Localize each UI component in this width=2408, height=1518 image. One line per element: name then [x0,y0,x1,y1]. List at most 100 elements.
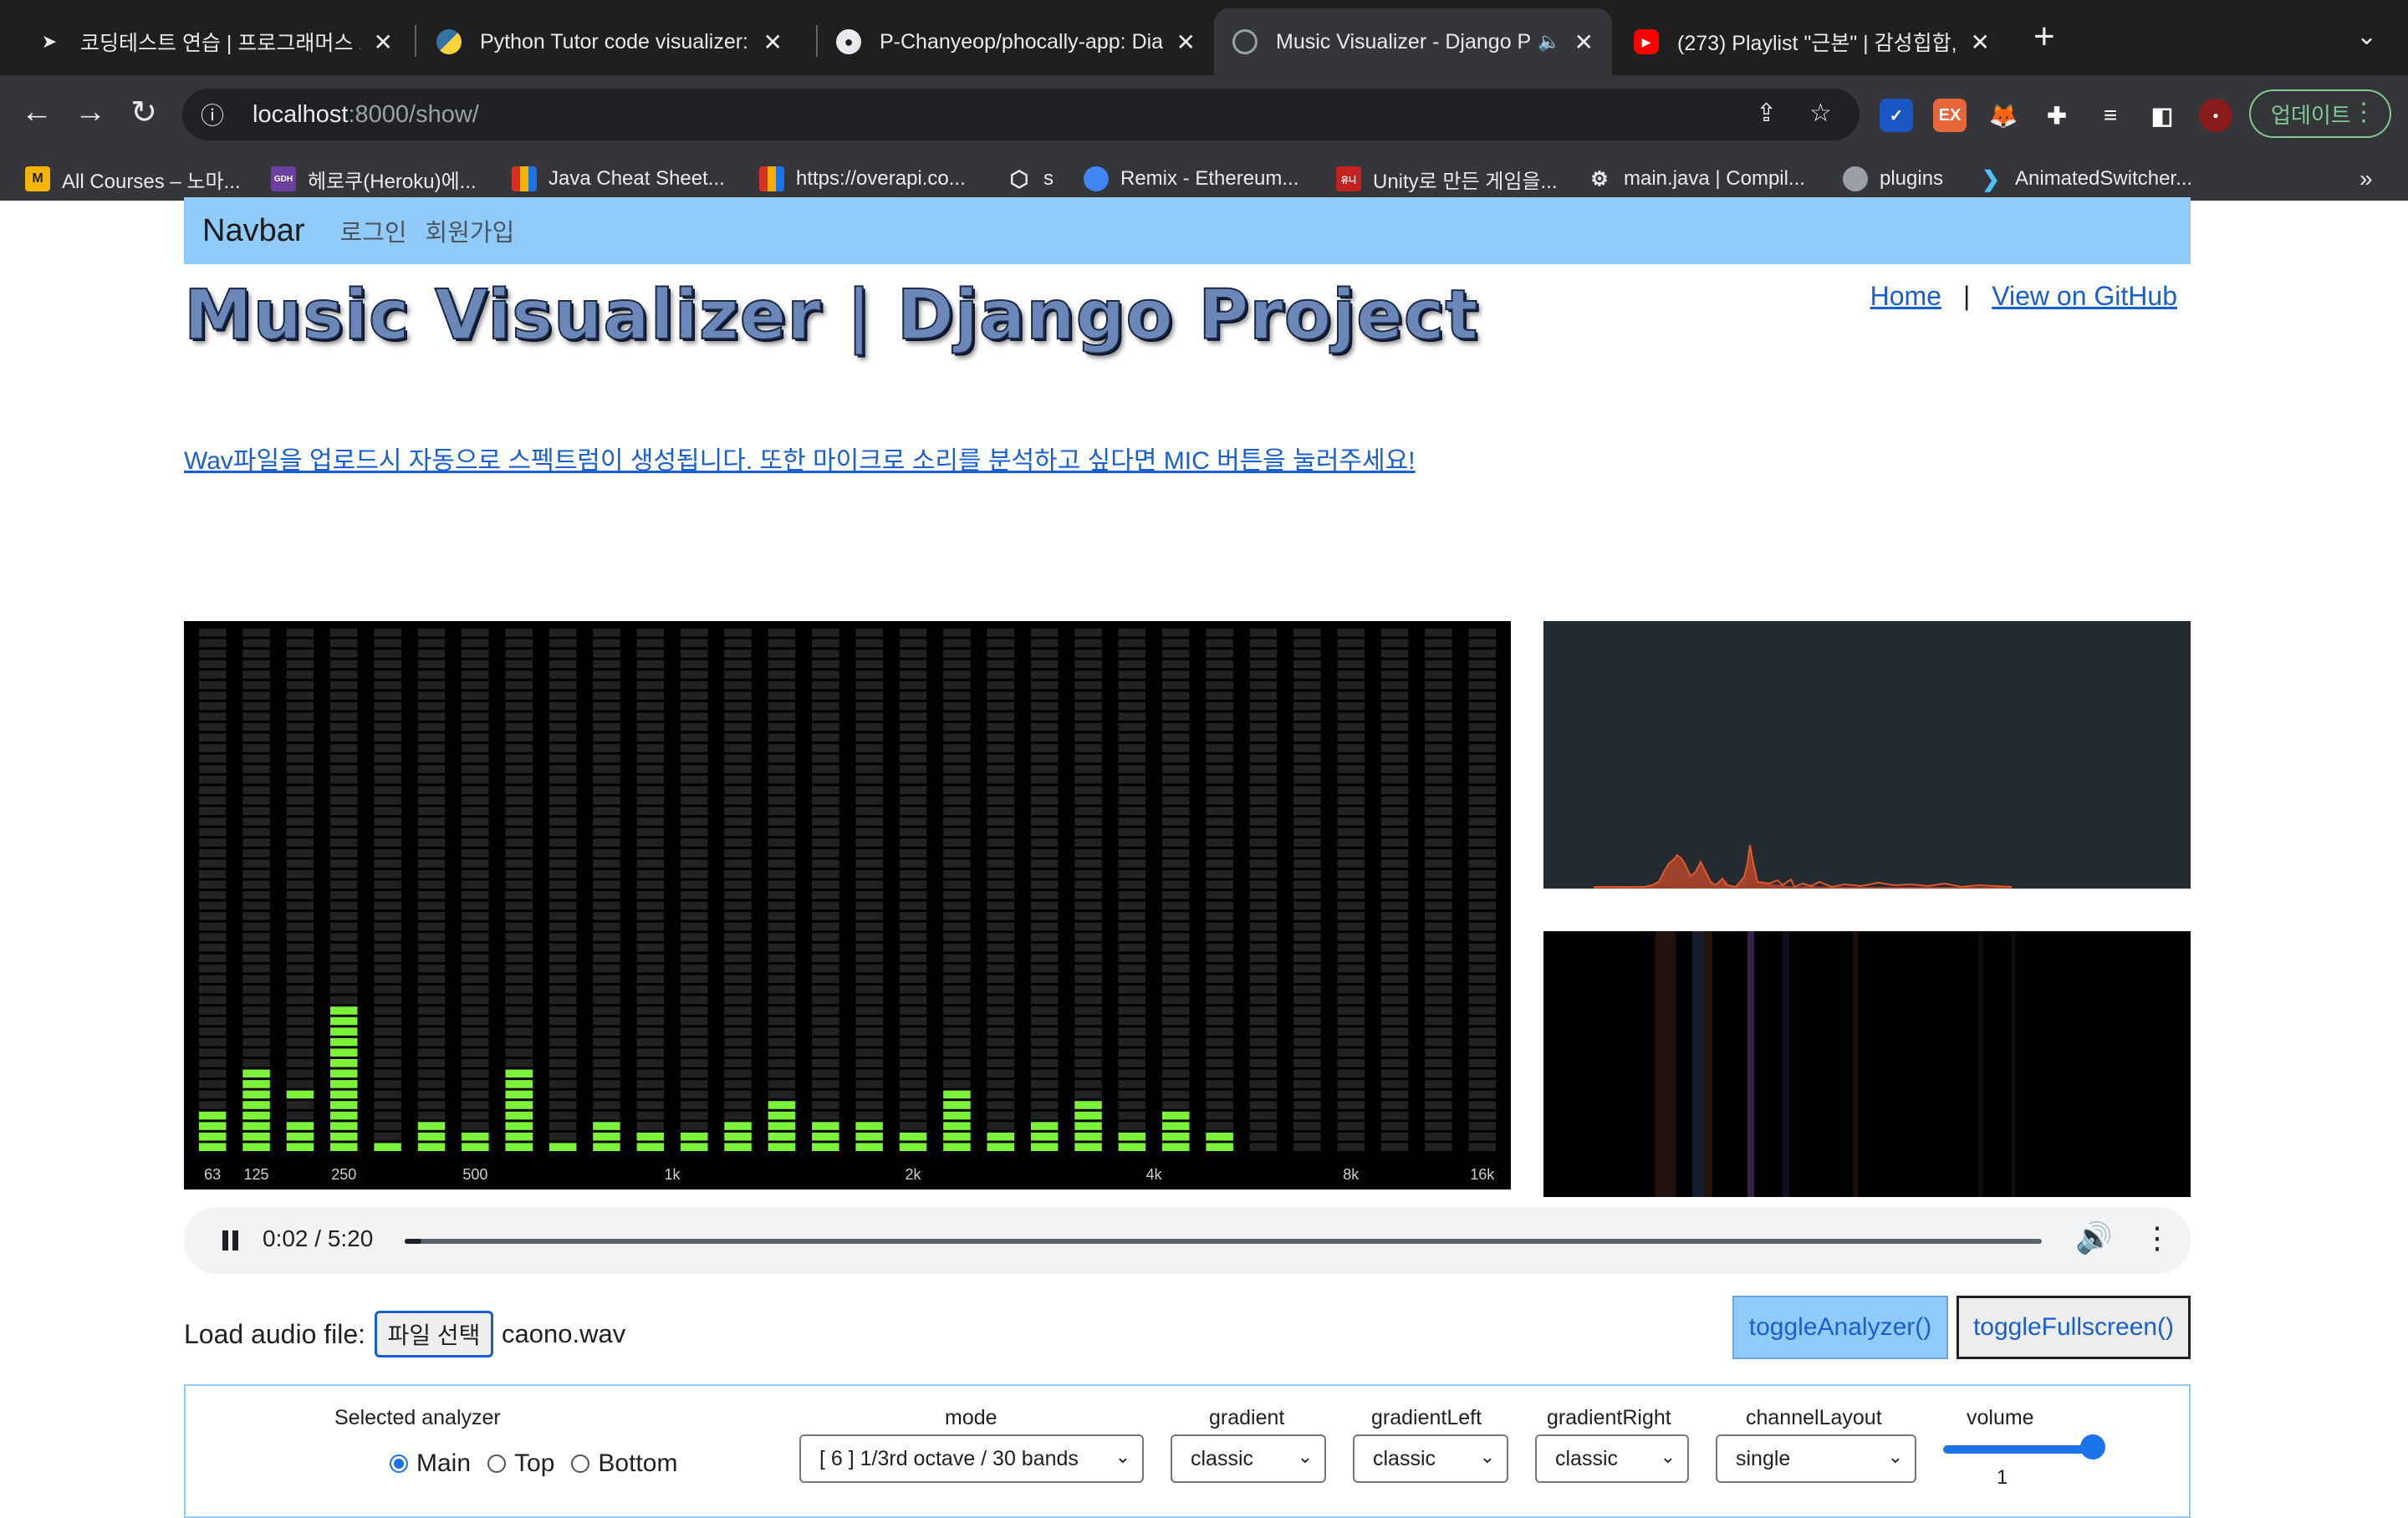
puzzle-icon[interactable]: ✚ [2040,99,2074,132]
bottom-analyzer[interactable] [1543,931,2191,1197]
frequency-tick-label: 1k [664,1166,681,1183]
gradient-select[interactable]: classic ⌄ [1171,1434,1326,1483]
main-analyzer[interactable]: 63 125 250 500 1k 2k 4k 8k 16k [184,621,1511,1189]
spectrum-bar [636,629,665,1151]
spectrum-bar [1425,629,1452,1151]
url-text[interactable]: localhost:8000/show/ [253,101,479,129]
browser-tab[interactable]: ▶ (273) Playlist "근본" | 감성힙합, R ✕ [1615,8,2008,75]
radio-button[interactable] [390,1454,408,1473]
tab-separator [415,25,416,57]
bookmark[interactable]: Java Cheat Sheet... [512,162,725,196]
browser-tab[interactable]: ➤ 코딩테스트 연습 | 프로그래머스 스쿨 ✕ [18,8,411,75]
bookmark[interactable]: ⚙ main.java | Compil... [1587,162,1805,196]
signup-link[interactable]: 회원가입 [426,213,515,248]
spectrum-bar [1030,629,1059,1151]
media-queue-icon[interactable]: ≡ [2094,99,2127,132]
spectrum-bar [1337,629,1365,1151]
channel-layout-select[interactable]: single ⌄ [1716,1434,1916,1483]
chevron-down-icon: ⌄ [1660,1446,1676,1467]
volume-slider[interactable] [1943,1434,2105,1459]
close-icon[interactable]: ✕ [374,28,393,56]
spectrum-bar [1293,629,1321,1151]
gradient-left-label: gradientLeft [1371,1406,1482,1429]
radio-main[interactable]: Main [390,1449,471,1478]
more-bookmarks-icon[interactable]: » [2360,162,2373,196]
update-label: 업데이트 [2271,102,2351,128]
browser-toolbar: ← → ↻ ⓘ localhost:8000/show/ ⇪ ☆ ✓ EX 🦊 … [0,75,2408,201]
channel-layout-label: channelLayout [1746,1406,1882,1429]
radio-bottom[interactable]: Bottom [571,1449,677,1478]
update-button[interactable]: 업데이트 ⋮ [2249,89,2391,138]
toggle-analyzer-button[interactable]: toggleAnalyzer() [1732,1296,1948,1359]
bars-icon [512,166,537,191]
forward-icon[interactable]: → [65,87,115,137]
site-info-icon[interactable]: ⓘ [201,98,234,131]
bookmark-label: Java Cheat Sheet... [548,167,725,190]
spectrogram-band [1656,931,1676,1197]
reload-icon[interactable]: ↻ [119,87,169,137]
avatar[interactable]: ● [2199,99,2232,132]
audio-progress-slider[interactable] [405,1239,2042,1244]
file-select-button[interactable]: 파일 선택 [375,1311,493,1358]
volume-icon[interactable]: 🔊 [2075,1220,2113,1256]
close-icon[interactable]: ✕ [763,28,783,56]
top-links: Home | View on GitHub [1870,281,2177,312]
radio-button[interactable] [487,1454,507,1473]
spectrum-bar [198,629,227,1151]
bookmark[interactable]: M All Courses – 노마... [25,162,241,196]
browser-tab-active[interactable]: Music Visualizer - Django P 🔈 ✕ [1214,8,1612,75]
star-icon[interactable]: ☆ [1809,99,1832,128]
login-link[interactable]: 로그인 [340,213,407,248]
upload-info-link[interactable]: Wav파일을 업로드시 자동으로 스펙트럼이 생성됩니다. 또한 마이크로 소리… [184,440,1416,476]
bars-icon [759,166,784,191]
close-icon[interactable]: ✕ [1574,28,1594,56]
navbar-brand[interactable]: Navbar [202,213,305,249]
new-tab-icon[interactable]: + [2033,18,2055,55]
extension-ex-icon[interactable]: EX [1933,99,1967,132]
speaker-icon[interactable]: 🔈 [1538,31,1560,53]
frequency-tick-label: 500 [462,1166,487,1183]
radio-top[interactable]: Top [487,1449,554,1478]
mode-select[interactable]: [ 6 ] 1/3rd octave / 30 bands ⌄ [799,1434,1144,1483]
toggle-fullscreen-button[interactable]: toggleFullscreen() [1956,1296,2191,1359]
bookmark[interactable]: plugins [1843,162,1943,196]
more-vert-icon[interactable]: ⋮ [2142,1220,2172,1256]
bookmark[interactable]: Remix - Ethereum... [1084,162,1298,196]
metamask-icon[interactable]: 🦊 [1987,99,2020,132]
gradient-value: classic [1191,1446,1254,1470]
bookmark-label: main.java | Compil... [1624,167,1805,190]
spectrum-line [1594,844,2013,889]
bookmark[interactable]: 유니 Unity로 만든 게임을... [1336,162,1558,196]
pause-button[interactable] [216,1225,246,1256]
frequency-tick-label: 2k [905,1166,921,1183]
close-icon[interactable]: ✕ [1971,28,1990,56]
gradient-left-select[interactable]: classic ⌄ [1353,1434,1508,1483]
share-icon[interactable]: ⇪ [1756,99,1777,128]
globe-icon [1843,166,1868,191]
spectrum-bar [987,629,1014,1151]
spectrum-bar [286,629,314,1151]
address-bar[interactable]: ⓘ localhost:8000/show/ ⇪ ☆ [182,89,1860,140]
top-analyzer[interactable] [1543,621,2191,889]
chevron-down-icon[interactable]: ⌄ [2356,22,2377,51]
close-icon[interactable]: ✕ [1176,28,1196,56]
frequency-tick-label: 16k [1470,1166,1495,1183]
bookmark[interactable]: https://overapi.co... [759,162,966,196]
browser-tab[interactable]: ● P-Chanyeop/phocally-app: Dia ✕ [818,8,1214,75]
bookmark[interactable]: ❯ AnimatedSwitcher... [1978,162,2192,196]
mode-label: mode [945,1406,997,1429]
home-link[interactable]: Home [1870,281,1941,311]
extension-check-icon[interactable]: ✓ [1880,99,1913,132]
bookmark[interactable]: GDH 헤로쿠(Heroku)에... [271,162,477,196]
bookmark[interactable]: ⬡ s [1007,162,1054,196]
volume-knob[interactable] [2080,1434,2105,1459]
gradient-right-select[interactable]: classic ⌄ [1535,1434,1689,1483]
chevron-down-icon: ⌄ [1887,1446,1903,1467]
github-link[interactable]: View on GitHub [1992,281,2177,311]
sidepanel-icon[interactable]: ◧ [2145,99,2179,132]
back-icon[interactable]: ← [12,87,62,137]
load-audio-label: Load audio file: [184,1319,366,1349]
spectrogram-band [1783,931,1789,1197]
radio-button[interactable] [571,1454,590,1473]
browser-tab[interactable]: Python Tutor code visualizer: V ✕ [418,8,801,75]
